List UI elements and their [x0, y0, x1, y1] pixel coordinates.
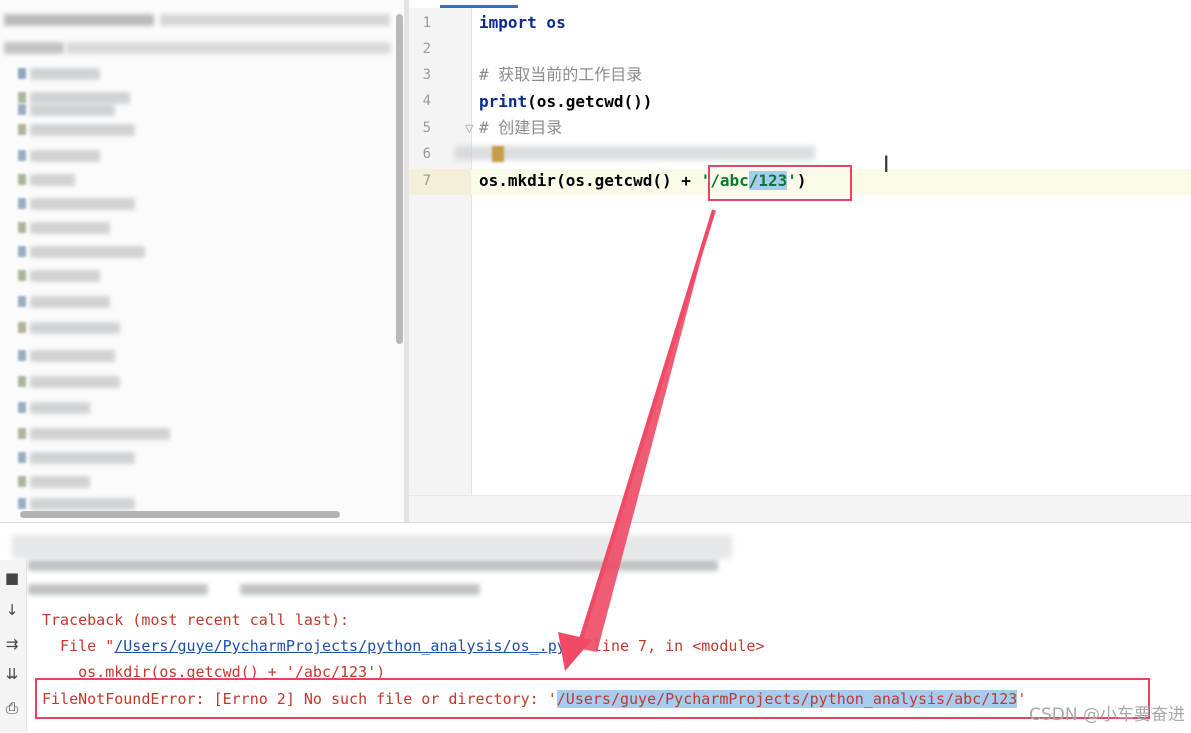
stop-icon[interactable]: ■: [2, 568, 22, 588]
watermark: CSDN @小车要奋进: [1029, 705, 1185, 725]
keyword-import: import: [479, 13, 537, 32]
blurred-command-line: [28, 560, 718, 571]
soft-wrap-icon[interactable]: ⇉: [2, 634, 22, 654]
project-panel: [0, 0, 404, 520]
comment: # 获取当前的工作目录: [479, 65, 643, 84]
project-vertical-scrollbar[interactable]: [396, 14, 403, 344]
print-icon[interactable]: ⎙: [2, 698, 22, 718]
blurred-command-line: [28, 584, 208, 595]
comment: # 创建目录: [479, 118, 563, 137]
file-prefix: File ": [42, 637, 115, 655]
traceback-file-line: File "/Users/guye/PycharmProjects/python…: [42, 633, 764, 659]
module-name: os: [536, 13, 566, 32]
blurred-marker: [492, 146, 504, 162]
line-number: 7: [422, 173, 431, 189]
code-line-3: # 获取当前的工作目录: [479, 62, 642, 88]
line-number: 3: [422, 67, 431, 83]
line-number: 6: [422, 146, 431, 162]
run-toolbar: ■ ↓ ⇉ ⇊ ⎙: [0, 560, 27, 732]
mkdir-call: os.mkdir(os.getcwd() +: [479, 171, 701, 190]
scroll-down-icon[interactable]: ↓: [2, 600, 22, 620]
annotation-box-code: [708, 165, 852, 201]
annotation-box-error: [35, 678, 1150, 719]
text-cursor-icon: I: [883, 153, 890, 178]
blurred-command-line: [240, 584, 480, 595]
project-horizontal-scrollbar[interactable]: [20, 511, 340, 518]
builtin-print: print: [479, 92, 528, 111]
code-line-4: print(os.getcwd()): [479, 89, 652, 115]
traceback-header: Traceback (most recent call last):: [42, 611, 350, 629]
scroll-to-end-icon[interactable]: ⇊: [2, 664, 22, 684]
code-line-1: import os: [479, 10, 566, 36]
blurred-code-line: [455, 146, 815, 160]
line-number: 4: [422, 93, 431, 109]
file-suffix: ", line 7, in <module>: [565, 637, 765, 655]
run-tab-header: [12, 535, 732, 559]
line-number: 5: [422, 120, 431, 136]
print-args: (os.getcwd()): [527, 92, 653, 111]
fold-icon[interactable]: ▽: [465, 122, 473, 135]
line-number: 1: [422, 15, 431, 31]
file-link[interactable]: /Users/guye/PycharmProjects/python_analy…: [114, 637, 566, 655]
code-line-5: # 创建目录: [479, 115, 562, 141]
line-number: 2: [422, 41, 431, 57]
editor-bottom-strip: [409, 495, 1191, 523]
